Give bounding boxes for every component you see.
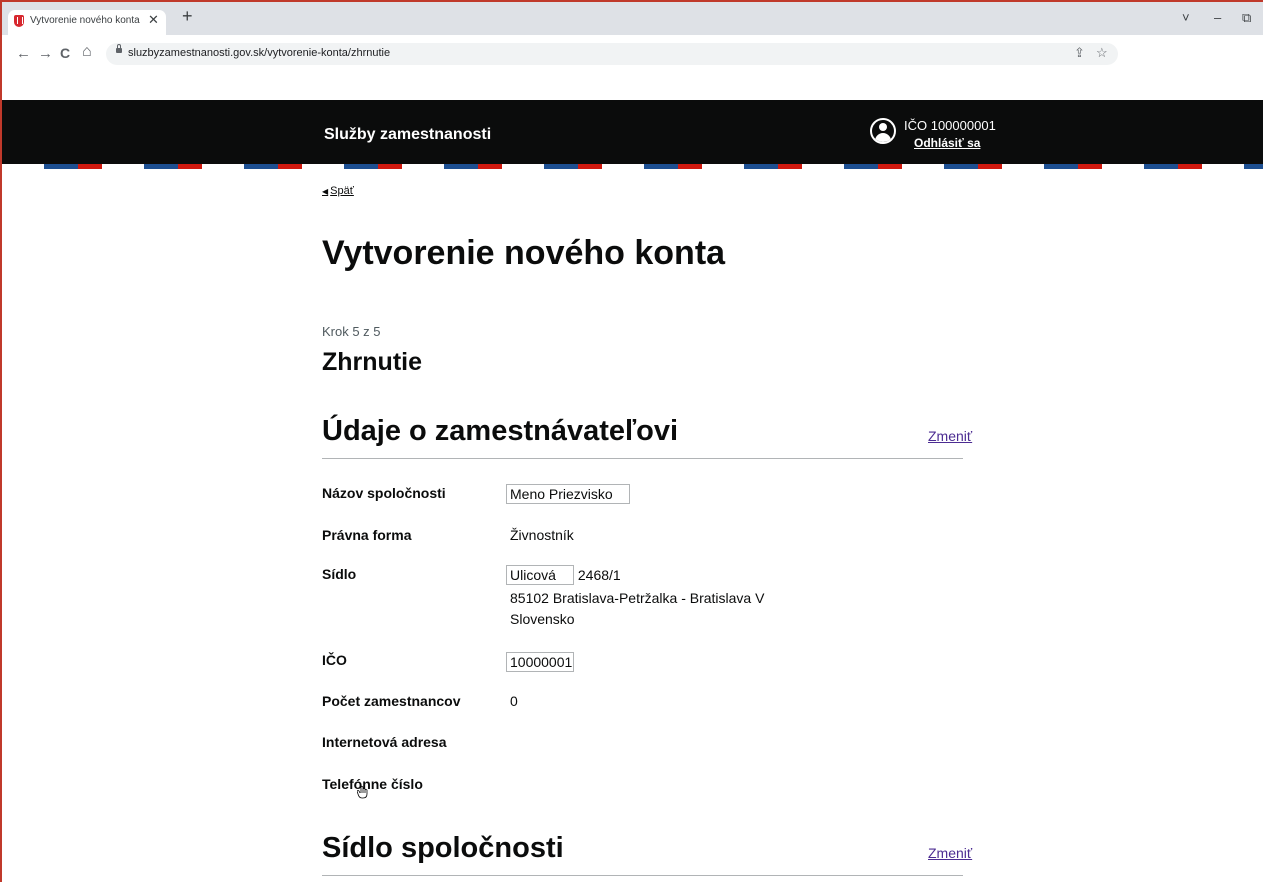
street-value: Ulicová xyxy=(506,565,574,585)
seat-change-link[interactable]: Zmeniť xyxy=(928,845,972,861)
employees-count-label: Počet zamestnancov xyxy=(322,693,461,709)
divider xyxy=(322,458,963,459)
browser-tab-bar: Vytvorenie nového konta - Služb ✕ + ˅ – … xyxy=(2,2,1263,36)
seat-label: Sídlo xyxy=(322,566,357,582)
caret-left-icon: ◀ xyxy=(322,187,329,196)
website-label: Internetová adresa xyxy=(322,734,447,750)
browser-toolbar: ← → C ⌂ sluzbyzamestnanosti.gov.sk/vytvo… xyxy=(2,35,1263,78)
tab-search-icon[interactable]: ˅ xyxy=(1182,10,1190,25)
user-avatar-icon xyxy=(870,118,896,144)
logout-link[interactable]: Odhlásiť sa xyxy=(914,136,980,150)
legal-form-label: Právna forma xyxy=(322,527,412,543)
minimize-icon[interactable]: – xyxy=(1214,10,1221,25)
street-number-value: 2468/1 xyxy=(577,567,621,583)
bookmark-star-icon[interactable]: ☆ xyxy=(1096,45,1108,61)
share-icon[interactable]: ⇪ xyxy=(1074,45,1085,61)
site-title[interactable]: Služby zamestnanosti xyxy=(324,126,491,144)
back-arrow-icon[interactable]: ← xyxy=(16,45,31,62)
browser-tab[interactable]: Vytvorenie nového konta - Služb ✕ xyxy=(8,10,166,36)
lock-icon[interactable] xyxy=(116,44,122,53)
new-tab-button[interactable]: + xyxy=(182,6,193,27)
back-link[interactable]: ◀ Späť xyxy=(322,185,354,197)
forward-arrow-icon[interactable]: → xyxy=(38,45,53,62)
close-tab-icon[interactable]: ✕ xyxy=(148,12,159,28)
legal-form-value: Živnostník xyxy=(510,527,574,543)
header-stripes xyxy=(2,164,1263,169)
phone-label: Telefónne číslo xyxy=(322,776,423,792)
user-ico: IČO 100000001 xyxy=(904,118,996,133)
tab-title: Vytvorenie nového konta - Služb xyxy=(30,15,140,26)
ico-label: IČO xyxy=(322,652,347,668)
employees-count-value: 0 xyxy=(510,693,518,709)
reload-icon[interactable]: C xyxy=(60,45,70,61)
divider xyxy=(322,875,963,876)
city-value: 85102 Bratislava-Petržalka - Bratislava … xyxy=(510,590,765,606)
address-bar[interactable]: sluzbyzamestnanosti.gov.sk/vytvorenie-ko… xyxy=(106,43,1118,65)
home-icon[interactable]: ⌂ xyxy=(82,43,92,61)
hand-cursor-icon xyxy=(357,786,368,799)
country-value: Slovensko xyxy=(510,611,575,627)
slovak-emblem-icon xyxy=(14,15,24,27)
company-seat-section-title: Sídlo spoločnosti xyxy=(322,832,564,864)
company-name-label: Názov spoločnosti xyxy=(322,485,446,501)
site-header: Služby zamestnanosti IČO 100000001 Odhlá… xyxy=(2,100,1263,164)
seat-value: Ulicová 2468/1 85102 Bratislava-Petržalk… xyxy=(506,565,765,627)
employer-change-link[interactable]: Zmeniť xyxy=(928,428,972,444)
back-link-label: Späť xyxy=(330,185,354,197)
restore-icon[interactable]: ⧉ xyxy=(1242,10,1251,26)
step-title: Zhrnutie xyxy=(322,348,422,376)
employer-section-title: Údaje o zamestnávateľovi xyxy=(322,415,679,447)
url-text: sluzbyzamestnanosti.gov.sk/vytvorenie-ko… xyxy=(128,47,391,59)
company-name-value: Meno Priezvisko xyxy=(506,484,630,504)
page-title: Vytvorenie nového konta xyxy=(322,234,726,272)
ico-value: 10000001 xyxy=(506,652,574,672)
step-indicator: Krok 5 z 5 xyxy=(322,324,381,339)
